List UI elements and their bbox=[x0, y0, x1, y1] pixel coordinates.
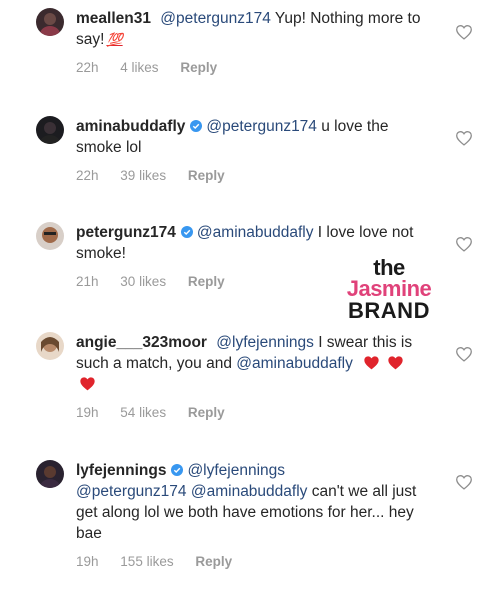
comment-time: 22h bbox=[76, 60, 99, 75]
comment-time: 22h bbox=[76, 168, 99, 183]
mention-link[interactable]: @aminabuddafly bbox=[197, 224, 314, 241]
likes-count[interactable]: 155 likes bbox=[120, 554, 173, 569]
mention-link[interactable]: @aminabuddafly bbox=[191, 483, 308, 500]
reply-button[interactable]: Reply bbox=[188, 405, 225, 420]
hundred-emoji: 💯 bbox=[106, 32, 123, 47]
mention-link[interactable]: @petergunz174 bbox=[160, 10, 271, 27]
avatar[interactable] bbox=[36, 116, 64, 144]
reply-button[interactable]: Reply bbox=[188, 168, 225, 183]
like-heart-icon[interactable] bbox=[455, 24, 473, 40]
comment-time: 19h bbox=[76, 405, 99, 420]
red-heart-icon bbox=[80, 377, 95, 391]
verified-badge-icon bbox=[190, 120, 203, 132]
username[interactable]: aminabuddafly bbox=[76, 118, 185, 135]
comment-body: meallen31 @petergunz174 Yup! Nothing mor… bbox=[76, 8, 426, 76]
red-heart-icon bbox=[364, 356, 379, 370]
watermark-the: the bbox=[373, 255, 405, 280]
avatar[interactable] bbox=[36, 332, 64, 360]
mention-link[interactable]: @lyfejennings bbox=[216, 334, 314, 351]
like-heart-icon[interactable] bbox=[455, 346, 473, 362]
reply-button[interactable]: Reply bbox=[195, 554, 232, 569]
mention-link[interactable]: @petergunz174 bbox=[76, 483, 187, 500]
comment-body: aminabuddafly @petergunz174 u love the sm… bbox=[76, 116, 426, 184]
like-heart-icon[interactable] bbox=[455, 236, 473, 252]
likes-count[interactable]: 39 likes bbox=[120, 168, 166, 183]
comment-body: lyfejennings @lyfejennings @petergunz174 … bbox=[76, 460, 426, 570]
likes-count[interactable]: 4 likes bbox=[120, 60, 158, 75]
comment-meta: 19h 155 likes Reply bbox=[76, 554, 426, 570]
avatar[interactable] bbox=[36, 8, 64, 36]
comment-meta: 22h 4 likes Reply bbox=[76, 60, 426, 76]
likes-count[interactable]: 30 likes bbox=[120, 274, 166, 289]
mention-link[interactable]: @lyfejennings bbox=[187, 462, 285, 479]
reply-button[interactable]: Reply bbox=[188, 274, 225, 289]
username[interactable]: petergunz174 bbox=[76, 224, 176, 241]
verified-badge-icon bbox=[180, 226, 193, 238]
username[interactable]: meallen31 bbox=[76, 10, 151, 27]
red-heart-icon bbox=[388, 356, 404, 370]
like-heart-icon[interactable] bbox=[455, 130, 473, 146]
comment-time: 19h bbox=[76, 554, 99, 569]
verified-badge-icon bbox=[171, 464, 184, 476]
likes-count[interactable]: 54 likes bbox=[120, 405, 166, 420]
like-heart-icon[interactable] bbox=[455, 474, 473, 490]
mention-link[interactable]: @aminabuddafly bbox=[236, 355, 353, 372]
watermark-brand: BRAND bbox=[348, 298, 430, 323]
username[interactable]: angie___323moor bbox=[76, 334, 207, 351]
avatar[interactable] bbox=[36, 222, 64, 250]
watermark-jasmine: Jasmine bbox=[346, 276, 432, 301]
avatar[interactable] bbox=[36, 460, 64, 488]
mention-link[interactable]: @petergunz174 bbox=[206, 118, 317, 135]
comment-body: angie___323moor @lyfejennings I swear th… bbox=[76, 332, 426, 421]
reply-button[interactable]: Reply bbox=[180, 60, 217, 75]
username[interactable]: lyfejennings bbox=[76, 462, 166, 479]
comment-time: 21h bbox=[76, 274, 99, 289]
comment-meta: 19h 54 likes Reply bbox=[76, 405, 426, 421]
watermark-logo: the Jasmine BRAND bbox=[334, 255, 444, 323]
comment-meta: 22h 39 likes Reply bbox=[76, 168, 426, 184]
